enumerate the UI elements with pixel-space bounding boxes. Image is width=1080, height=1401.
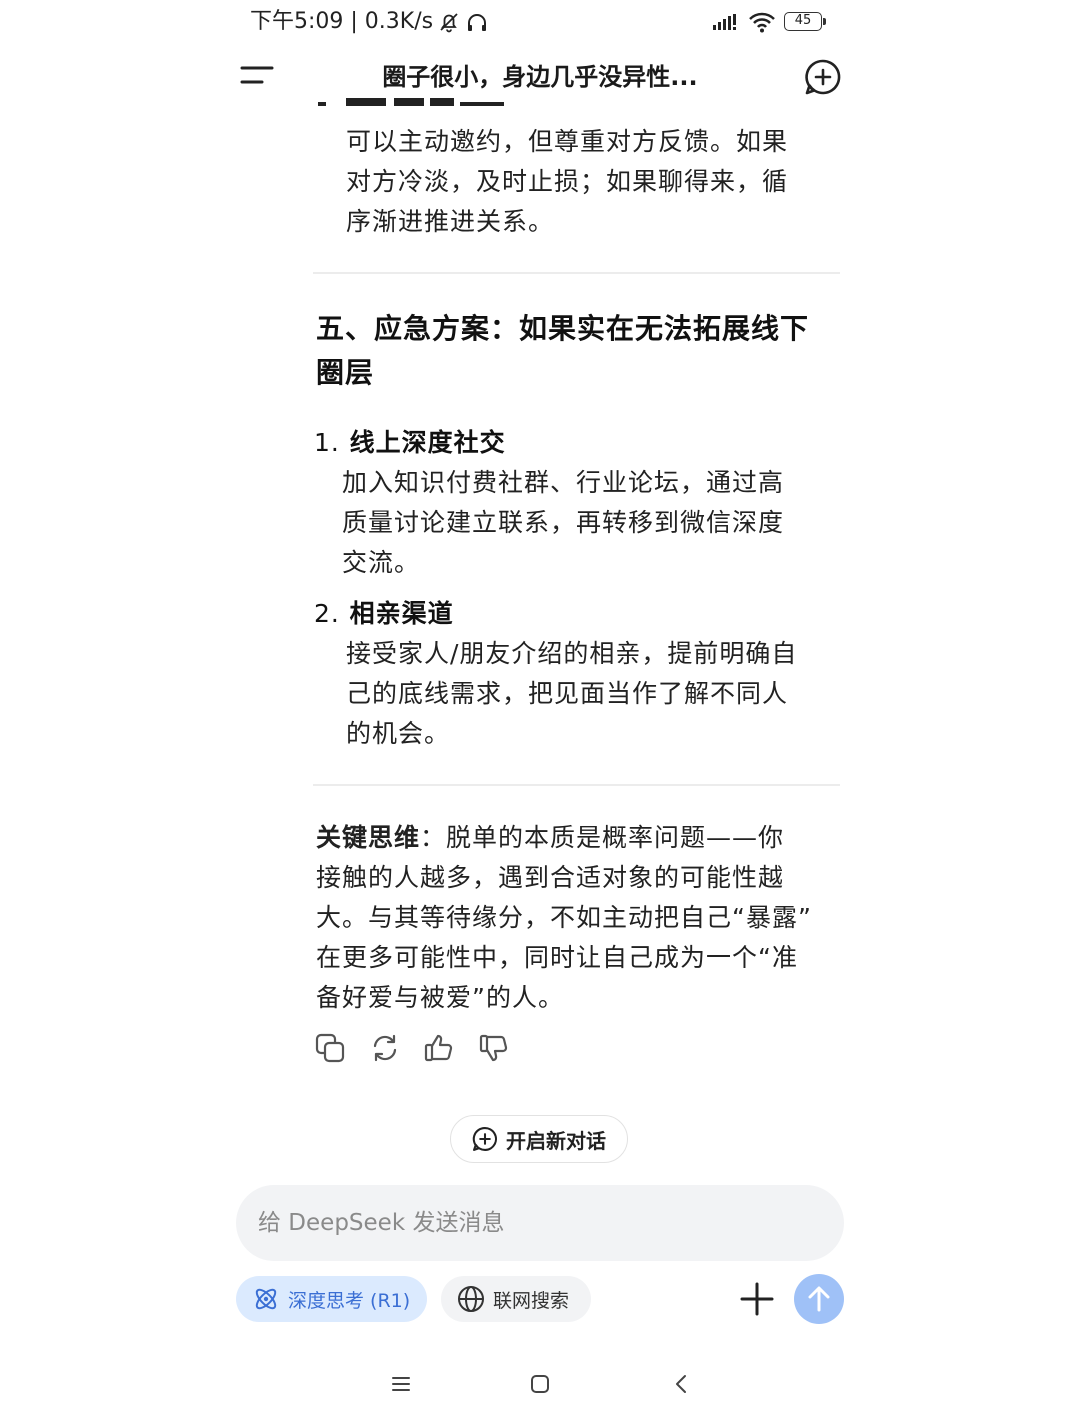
bell-off-icon bbox=[440, 13, 458, 33]
battery-cap bbox=[823, 18, 826, 25]
headphones-icon bbox=[468, 14, 486, 31]
message-input-container[interactable] bbox=[236, 1185, 844, 1261]
thumbs-up-icon[interactable] bbox=[423, 1032, 455, 1064]
back-icon[interactable] bbox=[670, 1372, 694, 1396]
plus-icon[interactable] bbox=[738, 1280, 776, 1318]
send-button[interactable] bbox=[794, 1274, 844, 1324]
thumbs-down-icon[interactable] bbox=[478, 1032, 510, 1064]
plus-circle-icon[interactable] bbox=[804, 58, 842, 96]
globe-icon bbox=[458, 1286, 484, 1312]
new-conversation-button[interactable]: 开启新对话 bbox=[450, 1115, 628, 1163]
status-bar-time: 下午5:09 | 0.3K/s bbox=[250, 9, 434, 34]
arrow-up-icon bbox=[808, 1286, 830, 1312]
deep-think-toggle[interactable]: 深度思考 (R1) bbox=[236, 1276, 427, 1322]
recent-apps-icon[interactable] bbox=[389, 1372, 413, 1396]
list-item-title: 1. 线上深度社交 bbox=[314, 428, 506, 457]
section-divider bbox=[313, 272, 840, 274]
signal-icon bbox=[713, 14, 736, 30]
atom-icon bbox=[255, 1288, 277, 1310]
scrolled-text-fragment bbox=[318, 98, 504, 106]
section-title: 五、应急方案：如果实在无法拓展线下 圈层 bbox=[316, 312, 810, 389]
copy-icon[interactable] bbox=[314, 1032, 346, 1064]
list-item-description: 加入知识付费社群、行业论坛，通过高 质量讨论建立联系，再转移到微信深度 交流。 bbox=[342, 468, 785, 577]
key-thinking-summary: 关键思维：脱单的本质是概率问题——你 接触的人越多，遇到合适对象的可能性越 大。… bbox=[316, 823, 812, 1012]
wifi-icon bbox=[749, 12, 775, 33]
list-item-description: 接受家人/朋友介绍的相亲，提前明确自 己的底线需求，把见面当作了解不同人 的机会… bbox=[346, 639, 798, 748]
menu-icon[interactable] bbox=[240, 62, 276, 90]
home-icon[interactable] bbox=[528, 1372, 552, 1396]
battery-indicator: 45 bbox=[784, 12, 822, 31]
previous-item-description: 可以主动邀约，但尊重对方反馈。如果 对方冷淡，及时止损；如果聊得来，循 序渐进推… bbox=[346, 127, 789, 236]
web-search-toggle[interactable]: 联网搜索 bbox=[441, 1276, 591, 1322]
message-input[interactable] bbox=[256, 1209, 820, 1237]
conversation-title: 圈子很小，身边几乎没异性... bbox=[382, 63, 698, 91]
refresh-icon[interactable] bbox=[369, 1032, 401, 1064]
section-divider bbox=[313, 784, 840, 786]
plus-circle-icon bbox=[472, 1127, 497, 1151]
list-item-title: 2. 相亲渠道 bbox=[314, 599, 454, 628]
